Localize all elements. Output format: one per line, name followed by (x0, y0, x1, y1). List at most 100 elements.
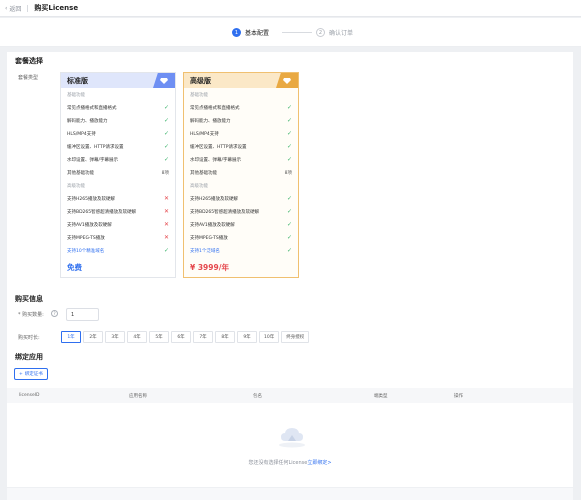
bind-certificate-button[interactable]: + 绑定证书 (14, 368, 48, 380)
feature-text: 支持MPEG-TS播放 (67, 235, 105, 241)
period-options: 1年 2年 3年 4年 5年 6年 7年 8年 9年 10年 终身授权 (61, 331, 310, 343)
col-app-name: 应用名称 (129, 394, 147, 399)
feature-row: 支持MPEG-TS播放 ✓ (184, 231, 298, 244)
feature-row: 水印设置、弹幕/字幕展示 ✓ (184, 153, 298, 166)
col-package-name: 包名 (253, 394, 262, 399)
cross-icon: ✕ (163, 208, 169, 215)
card-price: 免费 (67, 262, 82, 272)
feature-text: 常见点播格式和直播格式 (67, 105, 117, 111)
step-connector (282, 32, 312, 33)
divider (27, 4, 29, 12)
feature-text: 基础功能 (67, 92, 85, 98)
check-icon: ✓ (286, 156, 292, 163)
steps-bar: 1 基本配置 2 确认订单 (0, 18, 581, 47)
step-confirm-order: 2 确认订单 (316, 28, 353, 37)
feature-row: 支持BD265智感超清播放及软硬解 ✓ (184, 205, 298, 218)
feature-group-title: 高级功能 (61, 179, 175, 192)
period-option[interactable]: 2年 (83, 331, 103, 343)
period-option[interactable]: 终身授权 (281, 331, 310, 343)
feature-row: 支持10个精准域名 ✓ (61, 244, 175, 257)
quantity-label: * 购买数量: (18, 312, 44, 318)
package-card-standard[interactable]: 标准版 基础功能 常见点播格式和直播格式 ✓ 解码能力、播放能力 ✓ HLS/MP4支持 ✓ 缓… (60, 72, 176, 278)
period-option[interactable]: 3年 (105, 331, 125, 343)
cross-icon: ✕ (163, 234, 169, 241)
period-label: 购买时长: (18, 335, 40, 341)
period-option[interactable]: 7年 (193, 331, 213, 343)
check-icon: ✓ (286, 104, 292, 111)
feature-row: 支持1个泛域名 ✓ (184, 244, 298, 257)
col-license-id: licenseID (19, 393, 40, 398)
feature-row: 支持H265播放及软硬解 ✓ (184, 192, 298, 205)
step-number: 1 (232, 28, 241, 37)
feature-text: 常见点播格式和直播格式 (190, 105, 240, 111)
empty-message: 您还没有选择任何License (248, 460, 308, 466)
page-title: 购买License (34, 4, 79, 12)
feature-group-title: 基础功能 (61, 88, 175, 101)
feature-text: 解码能力、播放能力 (190, 118, 231, 124)
back-link[interactable]: ‹ 返回 (5, 4, 21, 13)
feature-text: 高级功能 (190, 183, 208, 189)
package-type-label: 套餐类型 (18, 75, 39, 81)
feature-text: 支持10个精准域名 (67, 248, 105, 254)
check-icon: ✓ (286, 221, 292, 228)
feature-row: 支持H265播放及软硬解 ✕ (61, 192, 175, 205)
check-icon: ✓ (163, 143, 169, 150)
check-icon: ✓ (163, 130, 169, 137)
feature-text: 支持AV1播放及软硬解 (190, 222, 235, 228)
feature-row: 解码能力、播放能力 ✓ (184, 114, 298, 127)
col-client-type: 端类型 (374, 394, 388, 399)
period-option[interactable]: 10年 (259, 331, 280, 343)
card-title: 高级版 (184, 73, 298, 88)
package-card-premium[interactable]: 高级版 基础功能 常见点播格式和直播格式 ✓ 解码能力、播放能力 ✓ HLS/MP4支持 ✓ 缓… (183, 72, 299, 278)
feature-count: 8项 (284, 170, 292, 176)
period-option[interactable]: 6年 (171, 331, 191, 343)
diamond-icon (276, 73, 298, 88)
period-option[interactable]: 5年 (149, 331, 169, 343)
feature-row: 水印设置、弹幕/字幕展示 ✓ (61, 153, 175, 166)
check-icon: ✓ (163, 104, 169, 111)
feature-text: 支持MPEG-TS播放 (190, 235, 228, 241)
period-option[interactable]: 4年 (127, 331, 147, 343)
quantity-input[interactable]: 1 (66, 308, 99, 321)
feature-text: 支持BD265智感超清播放及软硬解 (190, 209, 260, 215)
step-label: 基本配置 (245, 30, 270, 37)
feature-text: HLS/MP4支持 (190, 131, 219, 137)
feature-row: 常见点播格式和直播格式 ✓ (61, 101, 175, 114)
cross-icon: ✕ (163, 221, 169, 228)
col-actions: 操作 (454, 394, 463, 399)
check-icon: ✓ (163, 247, 169, 254)
feature-row: 其他基础功能 8项 (61, 166, 175, 179)
feature-text: 缓冲区设置、HTTP请求设置 (190, 144, 247, 150)
purchase-section-title: 购买信息 (15, 295, 43, 303)
check-icon: ✓ (163, 156, 169, 163)
table-header: licenseID 应用名称 包名 端类型 操作 (7, 388, 573, 403)
feature-text: 支持H265播放及软硬解 (67, 196, 115, 202)
feature-group-title: 高级功能 (184, 179, 298, 192)
feature-row: 其他基础功能 8项 (184, 166, 298, 179)
feature-row: 缓冲区设置、HTTP请求设置 ✓ (184, 140, 298, 153)
help-icon[interactable]: ? (51, 310, 58, 317)
card-name: 标准版 (67, 76, 88, 85)
check-icon: ✓ (286, 234, 292, 241)
bind-now-link[interactable]: 立即绑定> (307, 460, 331, 466)
top-bar: ‹ 返回 购买License (0, 0, 581, 17)
feature-row: 支持MPEG-TS播放 ✕ (61, 231, 175, 244)
feature-text: 水印设置、弹幕/字幕展示 (190, 157, 242, 163)
period-option[interactable]: 8年 (215, 331, 235, 343)
step-basic-config: 1 基本配置 (232, 28, 269, 37)
period-option[interactable]: 1年 (61, 331, 81, 343)
card-name: 高级版 (190, 76, 211, 85)
feature-text: 水印设置、弹幕/字幕展示 (67, 157, 119, 163)
card-price: ¥ 3999/年 (190, 262, 229, 272)
feature-text: 支持H265播放及软硬解 (190, 196, 238, 202)
feature-row: 支持BD265智感超清播放及软硬解 ✕ (61, 205, 175, 218)
chevron-left-icon: ‹ (5, 4, 8, 12)
feature-text: 其他基础功能 (67, 170, 94, 176)
plus-icon: + (19, 371, 23, 377)
feature-row: HLS/MP4支持 ✓ (61, 127, 175, 140)
check-icon: ✓ (286, 208, 292, 215)
period-option[interactable]: 9年 (237, 331, 257, 343)
main-panel: 套餐选择 套餐类型 标准版 基础功能 常见点播格式和直播格式 ✓ 解码能力、播放能力 ✓ H… (7, 52, 573, 487)
check-icon: ✓ (286, 195, 292, 202)
binding-section-title: 绑定应用 (15, 353, 43, 361)
